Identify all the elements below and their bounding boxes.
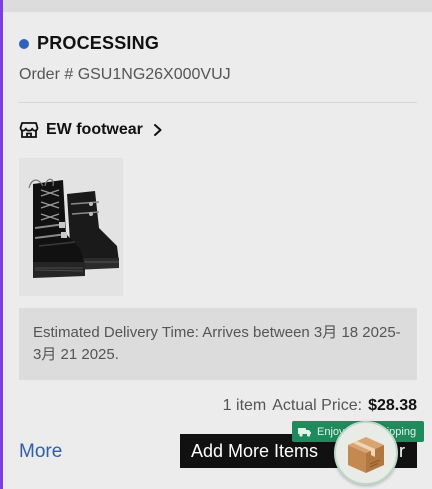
price-label: Actual Price: <box>272 397 363 414</box>
status-dot-icon <box>19 38 29 49</box>
add-more-items-trailing: r <box>399 440 405 461</box>
more-link[interactable]: More <box>19 441 62 463</box>
order-detail-screen: PROCESSING Order # GSU1NG26X000VUJ EW fo… <box>0 0 432 489</box>
divider <box>19 102 417 103</box>
delivery-text: Estimated Delivery Time: Arrives between… <box>33 324 401 363</box>
package-fab-button[interactable] <box>334 421 398 485</box>
chevron-right-icon <box>153 124 162 136</box>
store-name: EW footwear <box>46 121 143 138</box>
delivery-estimate: Estimated Delivery Time: Arrives between… <box>19 308 417 380</box>
product-image[interactable] <box>19 158 123 296</box>
package-box-icon <box>348 437 384 473</box>
status-label: PROCESSING <box>37 33 160 53</box>
add-more-items-label: Add More Items <box>191 440 319 461</box>
order-summary: 1 item Actual Price: $28.38 <box>223 397 417 415</box>
order-number: Order # GSU1NG26X000VUJ <box>19 66 231 83</box>
store-link[interactable]: EW footwear <box>19 120 164 140</box>
item-count: 1 item <box>222 397 267 414</box>
order-status: PROCESSING <box>19 33 159 54</box>
price-value: $28.38 <box>368 397 417 414</box>
store-icon <box>19 122 39 138</box>
black-platform-boots-image <box>19 158 123 296</box>
truck-icon <box>298 427 311 437</box>
top-strip <box>0 0 432 12</box>
